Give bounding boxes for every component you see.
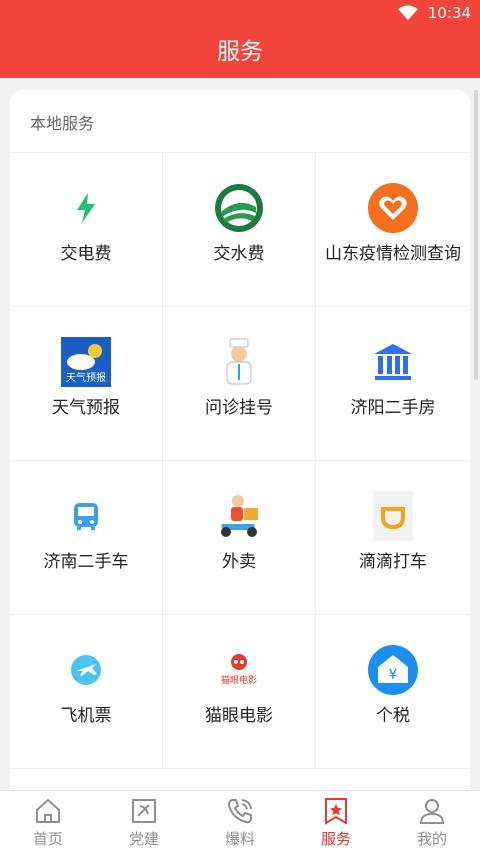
party-icon: [130, 797, 158, 825]
home-icon: [34, 797, 62, 825]
svg-text:猫眼电影: 猫眼电影: [221, 674, 257, 686]
service-second-hand-car[interactable]: 济南二手车: [10, 461, 163, 614]
services-grid: 交电费 交水费 山东疫情检测查询 天气预报 天气预报 问诊挂号 济阳二手房 济南…: [10, 152, 470, 769]
service-weather[interactable]: 天气预报 天气预报: [10, 307, 163, 460]
section-title: 本地服务: [30, 114, 95, 133]
service-maoyan-movie[interactable]: 猫眼电影 猫眼电影: [163, 615, 316, 768]
maoyan-logo-icon: 猫眼电影: [214, 645, 264, 695]
heart-icon: [368, 183, 418, 233]
plane-icon: [61, 645, 111, 695]
service-flight-ticket[interactable]: 飞机票: [10, 615, 163, 768]
service-electricity[interactable]: 交电费: [10, 153, 163, 306]
water-logo-icon: [214, 183, 264, 233]
user-icon: [418, 797, 446, 825]
service-takeout[interactable]: 外卖: [163, 461, 316, 614]
status-bar: 10:34: [0, 0, 480, 26]
tab-services[interactable]: 服务: [288, 791, 384, 853]
tab-report[interactable]: 爆料: [192, 791, 288, 853]
local-services-card: 本地服务 交电费 交水费 山东疫情检测查询 天气预报 天气预报 问诊挂号 济阳二…: [10, 90, 470, 810]
status-time: 10:34: [427, 4, 471, 22]
service-covid-test-query[interactable]: 山东疫情检测查询: [316, 153, 470, 306]
service-second-hand-house[interactable]: 济阳二手房: [316, 307, 470, 460]
tab-party[interactable]: 党建: [96, 791, 192, 853]
page-header: 服务: [0, 26, 480, 78]
phone-icon: [226, 797, 254, 825]
page-title: 服务: [217, 39, 263, 65]
didi-icon: [368, 491, 418, 541]
weather-icon: 天气预报: [61, 337, 111, 387]
delivery-icon: [214, 491, 264, 541]
doctor-icon: [214, 337, 264, 387]
tab-mine[interactable]: 我的: [384, 791, 480, 853]
service-water[interactable]: 交水费: [163, 153, 316, 306]
tax-icon: ¥: [368, 645, 418, 695]
service-personal-tax[interactable]: ¥ 个税: [316, 615, 470, 768]
svg-text:天气预报: 天气预报: [66, 371, 106, 384]
bus-icon: [61, 491, 111, 541]
wifi-icon: [398, 5, 418, 25]
bank-building-icon: [368, 337, 418, 387]
svg-text:¥: ¥: [389, 667, 398, 683]
tab-home[interactable]: 首页: [0, 791, 96, 853]
scrollbar[interactable]: [474, 90, 478, 380]
bookmark-star-icon: [322, 797, 350, 825]
service-didi-taxi[interactable]: 滴滴打车: [316, 461, 470, 614]
lightning-icon: [61, 183, 111, 233]
service-doctor-appointment[interactable]: 问诊挂号: [163, 307, 316, 460]
bottom-tab-bar: 首页 党建 爆料 服务 我的: [0, 790, 480, 853]
